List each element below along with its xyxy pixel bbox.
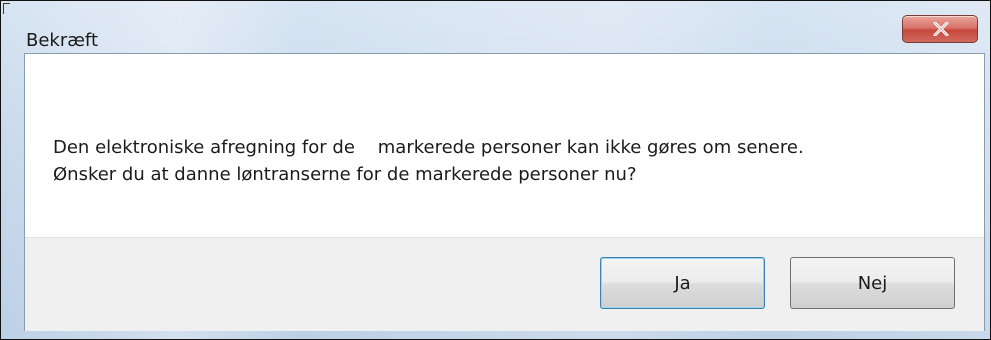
dialog-content: Den elektroniske afregning for de marker… [24, 53, 985, 331]
dialog-message: Den elektroniske afregning for de marker… [53, 134, 804, 188]
window-frame-bottom [1, 331, 990, 339]
window-frame-left [1, 53, 24, 339]
close-x-icon [933, 22, 949, 36]
close-button[interactable] [902, 15, 978, 43]
button-bar: Ja Nej [25, 237, 984, 331]
yes-button[interactable]: Ja [600, 257, 765, 309]
message-line-1: Den elektroniske afregning for de marker… [53, 137, 804, 158]
title-bar[interactable]: Bekræft [1, 1, 990, 53]
dialog-window: Bekræft Den elektroniske afregning for d… [0, 0, 991, 340]
dialog-title: Bekræft [26, 30, 98, 51]
message-line-2: Ønsker du at danne løntranserne for de m… [53, 164, 637, 185]
no-button[interactable]: Nej [790, 257, 955, 309]
